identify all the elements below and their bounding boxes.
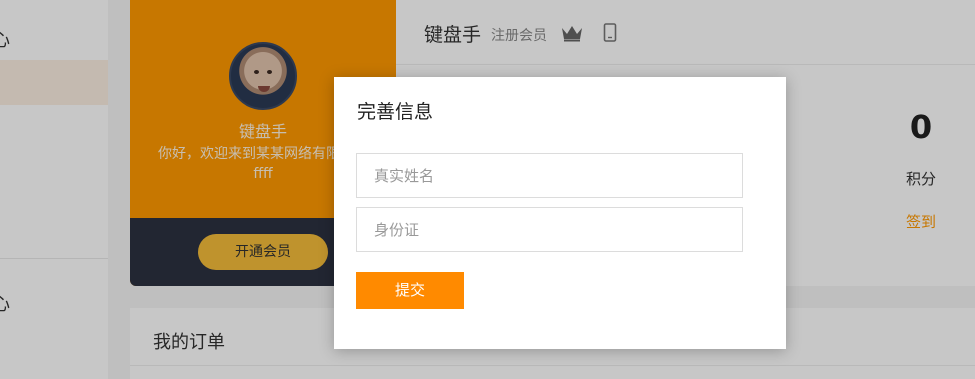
real-name-input[interactable]	[356, 153, 743, 198]
dialog-title: 完善信息	[357, 101, 434, 123]
id-card-input[interactable]	[356, 207, 743, 252]
complete-info-dialog: 完善信息 提交	[334, 77, 786, 349]
submit-button[interactable]: 提交	[356, 272, 464, 309]
